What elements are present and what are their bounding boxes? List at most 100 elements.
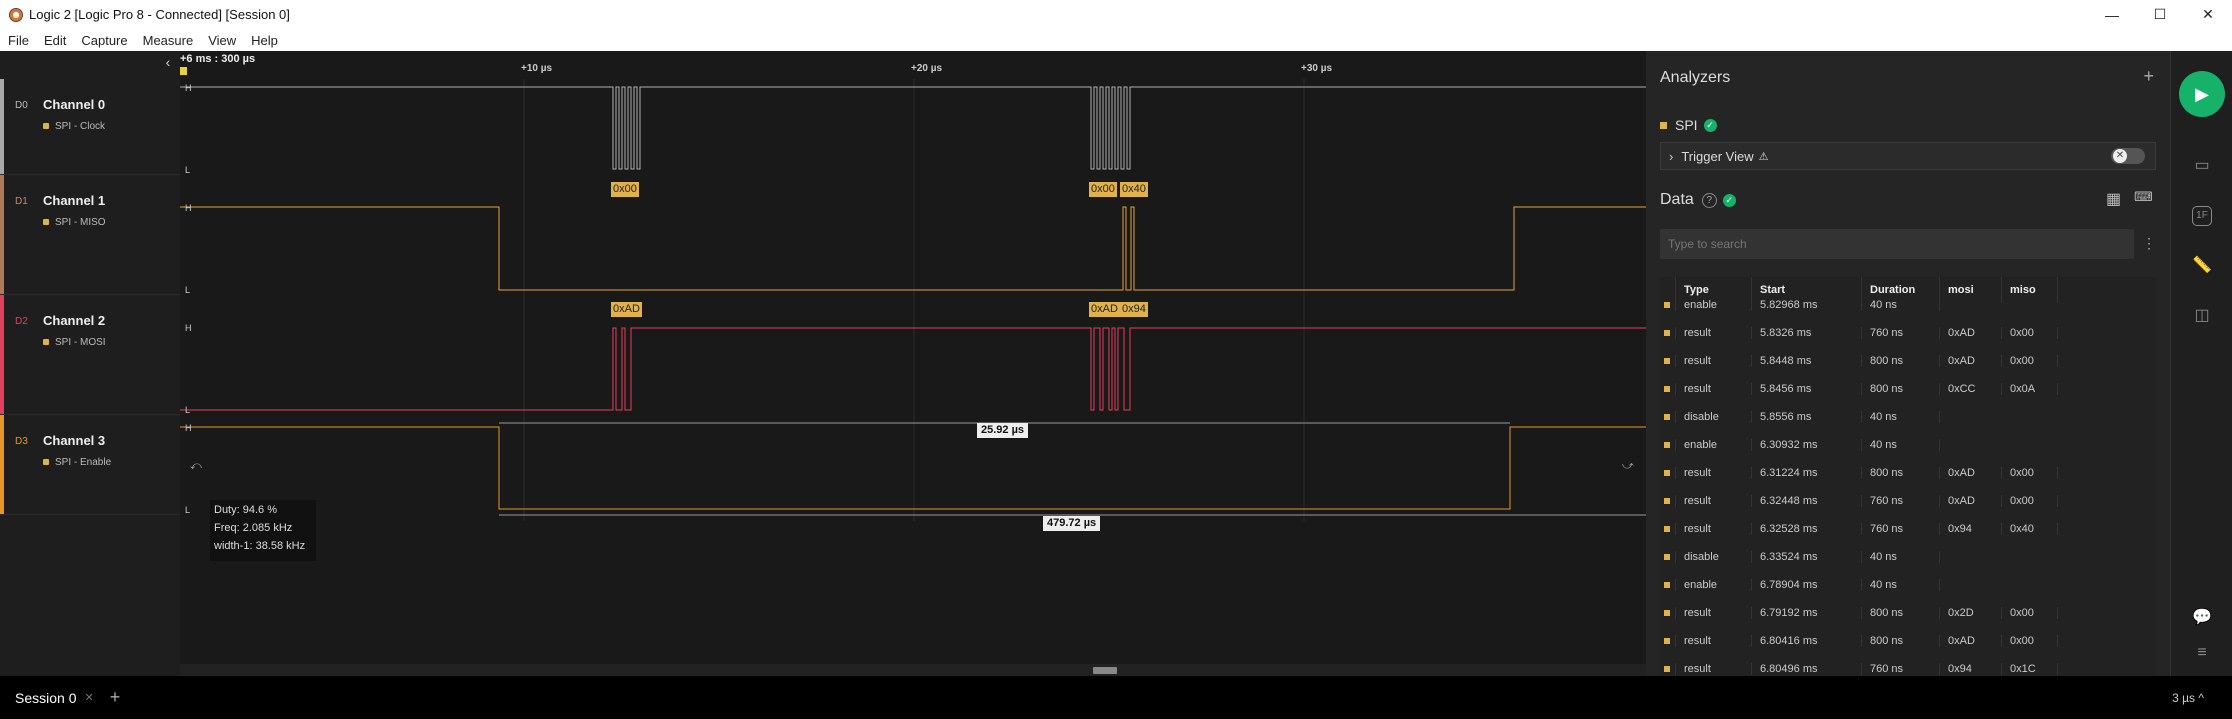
miso-decode-label[interactable]: 0x40 (1120, 182, 1148, 197)
collapse-sidebar-icon[interactable]: ‹ (161, 55, 175, 69)
next-edge-icon[interactable]: ⤻ (1622, 460, 1634, 473)
trigger-view-toggle[interactable]: ✕ (2111, 148, 2145, 164)
row-marker-icon (1660, 663, 1676, 675)
add-session-icon[interactable]: + (110, 687, 121, 708)
play-icon: ▶ (2195, 83, 2209, 104)
table-row[interactable]: disable 6.33524 ms 40 ns (1660, 543, 2156, 571)
maximize-button[interactable]: ☐ (2136, 0, 2184, 29)
mosi-decode-label[interactable]: 0xAD (1089, 302, 1120, 317)
table-cell: 0x2D (1940, 607, 2002, 619)
analyzer-dot-icon (43, 339, 49, 345)
chat-icon[interactable]: 💬 (2190, 606, 2214, 630)
minimize-button[interactable]: — (2088, 0, 2136, 29)
table-row[interactable]: enable 6.78904 ms 40 ns (1660, 571, 2156, 599)
table-cell: result (1676, 663, 1752, 675)
scrollbar-thumb[interactable] (1093, 667, 1117, 674)
table-cell: 760 ns (1862, 523, 1940, 535)
timeline-tick: +20 µs (911, 63, 943, 74)
session-tab[interactable]: Session 0 (15, 690, 76, 706)
miso-decode-label[interactable]: 0x00 (611, 182, 639, 197)
channel-row-1[interactable]: D1 Channel 1 SPI - MISO (0, 175, 180, 295)
analyzer-dot-icon (43, 219, 49, 225)
channel-name: Channel 0 (43, 97, 106, 112)
menu-view[interactable]: View (208, 33, 236, 48)
level-low-label: L (185, 505, 190, 515)
period-measurement[interactable]: 479.72 µs (1043, 516, 1101, 531)
close-tab-icon[interactable]: ✕ (84, 691, 93, 704)
waveform-area[interactable]: H L H L H L H L +6 ms : 300 µs +10 µs +2… (180, 51, 1646, 676)
enable-waveform (180, 426, 1646, 510)
table-row[interactable]: result 6.80416 ms 800 ns 0xAD 0x00 (1660, 627, 2156, 655)
trigger-view-row[interactable]: › Trigger View ⚠ ✕ (1660, 142, 2156, 170)
zoom-level[interactable]: 3 µs ^ (2172, 691, 2204, 705)
menu-icon[interactable]: ≡ (2190, 641, 2214, 665)
data-section-header: Data ? ✓ (1660, 191, 1736, 209)
pulse-width-measurement[interactable]: 25.92 µs (977, 423, 1029, 438)
channel-id: D3 (15, 436, 28, 447)
table-cell: 0xAD (1940, 635, 2002, 647)
more-options-icon[interactable]: ⋮ (2142, 235, 2156, 252)
table-row[interactable]: result 5.8448 ms 800 ns 0xAD 0x00 (1660, 347, 2156, 375)
channel-color-bar (0, 175, 4, 294)
table-cell: enable (1676, 299, 1752, 311)
table-row[interactable]: disable 5.8556 ms 40 ns (1660, 403, 2156, 431)
device-icon[interactable]: ▭ (2190, 154, 2214, 178)
search-input[interactable] (1660, 229, 2134, 259)
add-analyzer-button[interactable]: + (2143, 66, 2154, 87)
table-cell: result (1676, 383, 1752, 395)
start-capture-button[interactable]: ▶ (2179, 71, 2225, 117)
table-view-icon[interactable]: ▦ (2106, 189, 2121, 209)
mosi-decode-label[interactable]: 0x94 (1120, 302, 1148, 317)
menu-edit[interactable]: Edit (44, 33, 66, 48)
table-cell: 0x0A (2002, 383, 2058, 395)
table-cell: 6.78904 ms (1752, 579, 1862, 591)
channel-row-3[interactable]: D3 Channel 3 SPI - Enable (0, 415, 180, 515)
horizontal-scrollbar[interactable] (180, 664, 1646, 676)
close-button[interactable]: ✕ (2184, 0, 2232, 29)
table-cell: 6.79192 ms (1752, 607, 1862, 619)
table-row[interactable]: result 6.31224 ms 800 ns 0xAD 0x00 (1660, 459, 2156, 487)
table-cell: 0x00 (2002, 467, 2058, 479)
menu-capture[interactable]: Capture (81, 33, 127, 48)
channels-panel: ‹ D0 Channel 0 SPI - Clock D1 Channel 1 … (0, 51, 180, 676)
table-row[interactable]: result 6.32448 ms 760 ns 0xAD 0x00 (1660, 487, 2156, 515)
table-row[interactable]: enable 5.82968 ms 40 ns (1660, 291, 2156, 319)
menu-measure[interactable]: Measure (143, 33, 194, 48)
table-cell: 760 ns (1862, 663, 1940, 675)
table-row[interactable]: result 6.80496 ms 760 ns 0x94 0x1C (1660, 655, 2156, 676)
table-cell: 5.8326 ms (1752, 327, 1862, 339)
menu-file[interactable]: File (8, 33, 29, 48)
row-marker-icon (1660, 607, 1676, 619)
menu-help[interactable]: Help (251, 33, 278, 48)
channel-row-0[interactable]: D0 Channel 0 SPI - Clock (0, 79, 180, 175)
analyzer-item-spi[interactable]: SPI ✓ (1660, 117, 1717, 133)
miso-decode-label[interactable]: 0x00 (1089, 182, 1117, 197)
table-cell: result (1676, 635, 1752, 647)
table-row[interactable]: result 6.79192 ms 800 ns 0x2D 0x00 (1660, 599, 2156, 627)
help-icon[interactable]: ? (1701, 192, 1717, 208)
prev-edge-icon[interactable]: ⤺ (190, 460, 202, 473)
table-cell: 800 ns (1862, 467, 1940, 479)
terminal-view-icon[interactable]: ⌨ (2134, 189, 2153, 205)
table-cell: 0xAD (1940, 467, 2002, 479)
table-cell: 800 ns (1862, 383, 1940, 395)
measure-ruler-icon[interactable]: 📏 (2190, 254, 2214, 278)
channel-analyzer-label: SPI - MISO (55, 217, 106, 228)
channel-id: D0 (15, 100, 28, 111)
measurement-tooltip: Duty: 94.6 % Freq: 2.085 kHz width-1: 38… (210, 500, 316, 561)
mosi-decode-label[interactable]: 0xAD (611, 302, 642, 317)
table-cell: 0x00 (2002, 355, 2058, 367)
row-marker-icon (1660, 551, 1676, 563)
analyzer-icon[interactable]: 1F (2192, 206, 2212, 226)
channel-color-bar (0, 415, 4, 514)
table-row[interactable]: result 6.32528 ms 760 ns 0x94 0x40 (1660, 515, 2156, 543)
duty-value: Duty: 94.6 % (214, 504, 277, 516)
row-marker-icon (1660, 355, 1676, 367)
table-row[interactable]: result 5.8456 ms 800 ns 0xCC 0x0A (1660, 375, 2156, 403)
channel-row-2[interactable]: D2 Channel 2 SPI - MOSI (0, 295, 180, 415)
miso-waveform (180, 206, 1646, 291)
table-row[interactable]: enable 6.30932 ms 40 ns (1660, 431, 2156, 459)
extensions-icon[interactable]: ◫ (2190, 304, 2214, 328)
timeline-tick: +30 µs (1301, 63, 1333, 74)
table-row[interactable]: result 5.8326 ms 760 ns 0xAD 0x00 (1660, 319, 2156, 347)
